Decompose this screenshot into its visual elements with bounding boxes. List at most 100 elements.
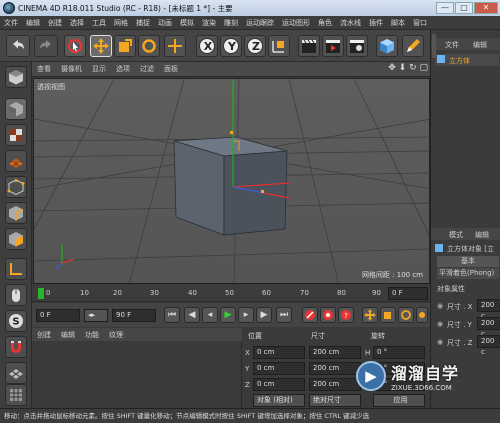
axis-mode-button[interactable] [5, 258, 27, 280]
viewport-menu-options[interactable]: 选项 [111, 64, 135, 74]
go-to-end-button[interactable]: ⏭ [276, 307, 292, 323]
key-scale-button[interactable] [380, 307, 396, 323]
menu-motion-tracking[interactable]: 运动跟踪 [242, 18, 278, 28]
menu-character[interactable]: 角色 [314, 18, 336, 28]
menu-mograph[interactable]: 运动图形 [278, 18, 314, 28]
viewport-menu-cameras[interactable]: 摄像机 [56, 64, 87, 74]
grid-toggle-button[interactable] [5, 384, 27, 406]
redo-button[interactable] [34, 35, 58, 57]
viewport-menu-panel[interactable]: 面板 [159, 64, 183, 74]
menu-window[interactable]: 窗口 [409, 18, 431, 28]
next-key-button[interactable]: ▶ [256, 307, 272, 323]
time-slider-handle[interactable] [38, 288, 44, 299]
attr-size-x-field[interactable]: 200 c [477, 299, 500, 320]
make-editable-button[interactable] [5, 66, 27, 88]
position-z-field[interactable]: 0 cm [253, 378, 305, 391]
start-frame-field[interactable]: 0 F [36, 309, 80, 322]
size-mode-select[interactable]: 绝对尺寸 [309, 394, 361, 407]
end-frame-field[interactable]: 90 F [112, 309, 156, 322]
object-list-item-cube[interactable]: 立方体 [435, 54, 499, 66]
move-tool-button[interactable] [90, 35, 112, 57]
tab-basic[interactable]: 基本 [437, 256, 499, 267]
menu-tools[interactable]: 工具 [88, 18, 110, 28]
undo-button[interactable] [6, 35, 30, 57]
attr-size-z-field[interactable]: 200 c [477, 335, 500, 356]
model-mode-button[interactable] [5, 98, 27, 120]
maximize-button[interactable]: □ [455, 2, 473, 14]
next-frame-button[interactable]: ▸ [238, 307, 254, 323]
material-menu-function[interactable]: 功能 [80, 330, 104, 340]
menu-select[interactable]: 选择 [66, 18, 88, 28]
size-x-radio[interactable]: ◉ [437, 302, 443, 310]
close-button[interactable]: ✕ [474, 2, 498, 14]
edge-mode-button[interactable] [5, 202, 27, 224]
viewport-menu-view[interactable]: 查看 [32, 64, 56, 74]
size-x-field[interactable]: 200 cm [309, 346, 361, 359]
material-menu-edit[interactable]: 编辑 [56, 330, 80, 340]
pen-tool-button[interactable] [402, 35, 424, 57]
menu-animate[interactable]: 动画 [154, 18, 176, 28]
menu-snap[interactable]: 捕捉 [132, 18, 154, 28]
render-settings-button[interactable] [346, 35, 368, 57]
viewport-nav-icons[interactable]: ✥ ⬇ ↻ ▢ [388, 63, 428, 73]
objects-menu-edit[interactable]: 编辑 [473, 40, 487, 50]
position-x-field[interactable]: 0 cm [253, 346, 305, 359]
menu-script[interactable]: 脚本 [387, 18, 409, 28]
record-keys-button[interactable] [302, 307, 318, 323]
viewport-menu-display[interactable]: 显示 [87, 64, 111, 74]
material-menu-create[interactable]: 创建 [32, 330, 56, 340]
minimize-button[interactable]: — [436, 2, 454, 14]
point-mode-button[interactable] [5, 176, 27, 198]
perspective-viewport[interactable]: 透视视图 网格间距 : 100 cm [33, 78, 430, 284]
size-y-radio[interactable]: ◉ [437, 320, 443, 328]
cube-object[interactable] [173, 136, 288, 236]
size-z-radio[interactable]: ◉ [437, 338, 443, 346]
key-param-button[interactable] [416, 307, 428, 323]
scale-tool-button[interactable] [114, 35, 136, 57]
menu-create[interactable]: 创建 [44, 18, 66, 28]
size-z-field[interactable]: 200 cm [309, 378, 361, 391]
size-y-field[interactable]: 200 cm [309, 362, 361, 375]
texture-mode-button[interactable] [5, 124, 27, 146]
z-axis-lock-button[interactable]: Z [244, 35, 266, 57]
x-axis-lock-button[interactable]: X [196, 35, 218, 57]
tweak-mode-button[interactable] [5, 284, 27, 306]
polygon-mode-button[interactable] [5, 228, 27, 250]
snapping-button[interactable]: S [5, 310, 27, 332]
previous-frame-button[interactable]: ◂ [202, 307, 218, 323]
menu-sculpt[interactable]: 雕刻 [220, 18, 242, 28]
live-select-button[interactable] [64, 35, 86, 57]
tab-phong[interactable]: 平滑着色(Phong) [437, 268, 499, 279]
recent-tools-button[interactable] [164, 35, 186, 57]
menu-mesh[interactable]: 网格 [110, 18, 132, 28]
render-to-picture-viewer-button[interactable] [322, 35, 344, 57]
timeline-ruler[interactable]: 0 10 20 30 40 50 60 70 80 90 0 F [32, 285, 430, 302]
y-axis-lock-button[interactable]: Y [220, 35, 242, 57]
menu-plugins[interactable]: 插件 [365, 18, 387, 28]
workplane-mode-button[interactable] [5, 150, 27, 172]
key-rotation-button[interactable] [398, 307, 414, 323]
attributes-menu-edit[interactable]: 编辑 [475, 230, 489, 240]
rotate-tool-button[interactable] [138, 35, 160, 57]
position-y-field[interactable]: 0 cm [253, 362, 305, 375]
attributes-menu-mode[interactable]: 模式 [449, 230, 463, 240]
previous-key-button[interactable]: ◀ [184, 307, 200, 323]
viewport-menu-filter[interactable]: 过滤 [135, 64, 159, 74]
key-position-button[interactable] [362, 307, 378, 323]
objects-menu-file[interactable]: 文件 [445, 40, 459, 50]
go-to-start-button[interactable]: ⏮ [164, 307, 180, 323]
coordinate-mode-select[interactable]: 对象 (相对) [253, 394, 305, 407]
current-frame-field[interactable]: 0 F [388, 287, 428, 300]
menu-edit[interactable]: 编辑 [22, 18, 44, 28]
coordinate-system-button[interactable] [268, 35, 290, 57]
menu-pipeline[interactable]: 流水线 [336, 18, 365, 28]
magnet-button[interactable] [5, 336, 27, 358]
frame-stepper[interactable]: ◂▸ [84, 309, 108, 322]
play-button[interactable]: ▶ [220, 307, 236, 323]
menu-simulate[interactable]: 模拟 [176, 18, 198, 28]
cube-primitive-button[interactable] [376, 35, 398, 57]
keyframe-selection-button[interactable]: ? [338, 307, 354, 323]
menu-file[interactable]: 文件 [0, 18, 22, 28]
menu-render[interactable]: 渲染 [198, 18, 220, 28]
workplane-lock-button[interactable] [5, 362, 27, 384]
